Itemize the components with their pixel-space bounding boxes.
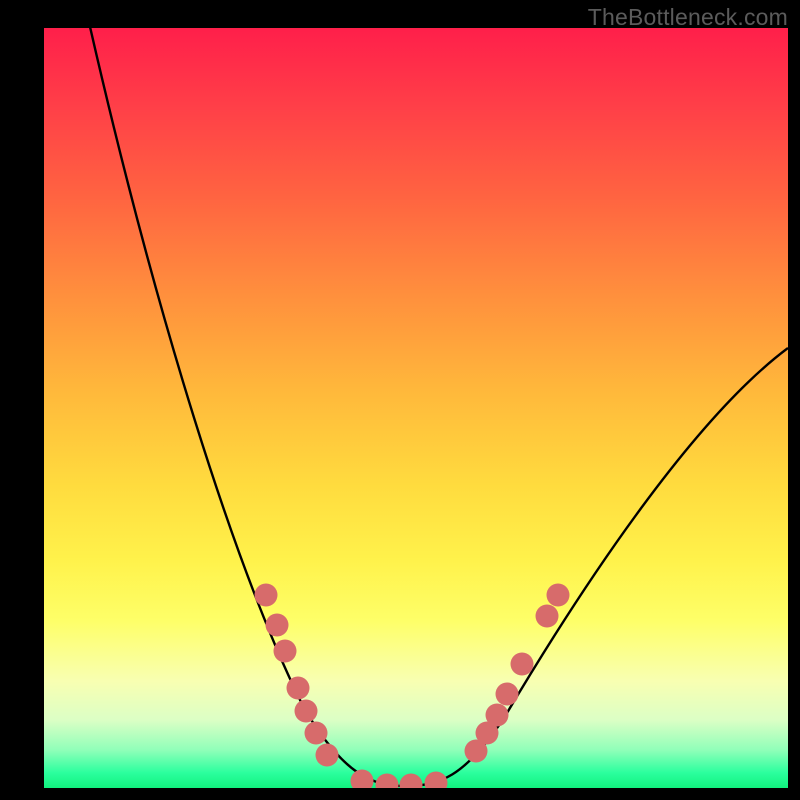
data-point-dot bbox=[351, 770, 374, 789]
data-point-dot bbox=[547, 584, 570, 607]
data-point-dot bbox=[274, 640, 297, 663]
data-point-dot bbox=[316, 744, 339, 767]
data-point-dot bbox=[486, 704, 509, 727]
data-point-dot bbox=[496, 683, 519, 706]
chart-svg bbox=[44, 28, 788, 788]
bottleneck-curve bbox=[88, 28, 788, 786]
data-point-dot bbox=[511, 653, 534, 676]
data-point-dot bbox=[425, 772, 448, 789]
data-point-dot bbox=[266, 614, 289, 637]
data-point-dot bbox=[400, 774, 423, 789]
data-point-dot bbox=[255, 584, 278, 607]
data-point-dot bbox=[295, 700, 318, 723]
watermark-text: TheBottleneck.com bbox=[588, 4, 788, 31]
gradient-plot-area bbox=[44, 28, 788, 788]
data-point-dot bbox=[376, 774, 399, 789]
data-point-dot bbox=[287, 677, 310, 700]
data-point-dot bbox=[305, 722, 328, 745]
data-point-dot bbox=[536, 605, 559, 628]
